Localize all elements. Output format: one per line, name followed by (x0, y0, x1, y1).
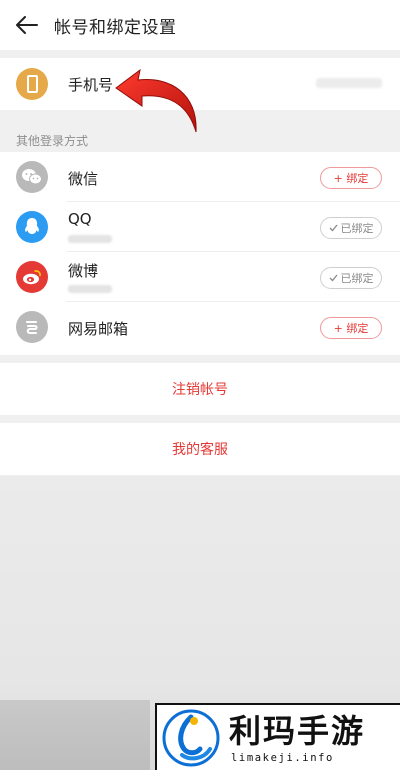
wechat-icon (16, 161, 48, 193)
qq-account-blurred (68, 235, 112, 243)
customer-service-button[interactable]: 我的客服 (0, 423, 400, 475)
netease-mail-icon (16, 311, 48, 343)
list-item-wechat[interactable]: 微信 + 绑定 (0, 152, 400, 202)
watermark-url-text: limakeji.info (231, 752, 334, 764)
wechat-label: 微信 (68, 170, 99, 188)
page-title: 帐号和绑定设置 (54, 17, 177, 38)
list-item-netease-mail[interactable]: 网易邮箱 + 绑定 (0, 302, 400, 352)
weibo-icon (16, 261, 48, 293)
customer-service-label: 我的客服 (172, 442, 228, 458)
cancel-account-button[interactable]: 注销帐号 (0, 363, 400, 415)
qq-bound-status[interactable]: 已绑定 (320, 217, 382, 239)
netease-mail-bind-label: + 绑定 (333, 322, 369, 335)
list-item-qq[interactable]: QQ 已绑定 (0, 202, 400, 252)
qq-label: QQ (68, 210, 92, 228)
check-icon (329, 274, 338, 282)
netease-mail-label: 网易邮箱 (68, 320, 129, 338)
brand-logo-icon (162, 709, 220, 766)
phone-number-value-blurred (316, 78, 382, 88)
other-logins-list: 微信 + 绑定 QQ 已绑定 微博 已绑定 网易邮箱 + 绑定 (0, 152, 400, 355)
cancel-account-label: 注销帐号 (172, 382, 228, 398)
weibo-account-blurred (68, 285, 112, 293)
weibo-bound-label: 已绑定 (340, 272, 374, 285)
qq-penguin-icon (16, 211, 48, 243)
qq-bound-label: 已绑定 (340, 222, 374, 235)
weibo-bound-status[interactable]: 已绑定 (320, 267, 382, 289)
wechat-bind-label: + 绑定 (333, 172, 369, 185)
list-item-weibo[interactable]: 微博 已绑定 (0, 252, 400, 302)
smartphone-icon (16, 68, 48, 100)
arrow-left-icon (16, 16, 38, 34)
phone-number-row[interactable]: 手机号 (0, 58, 400, 110)
watermark-brand-text: 利玛手游 (229, 712, 366, 750)
weibo-label: 微博 (68, 262, 99, 280)
phone-label: 手机号 (68, 76, 114, 94)
check-icon (329, 224, 338, 232)
app-header: 帐号和绑定设置 (0, 0, 400, 50)
back-button[interactable] (0, 0, 54, 50)
netease-mail-bind-button[interactable]: + 绑定 (320, 317, 382, 339)
other-logins-section-title: 其他登录方式 (16, 134, 89, 148)
watermark-banner: 利玛手游 limakeji.info (155, 703, 400, 770)
wechat-bind-button[interactable]: + 绑定 (320, 167, 382, 189)
background-ghost-block (0, 700, 150, 770)
